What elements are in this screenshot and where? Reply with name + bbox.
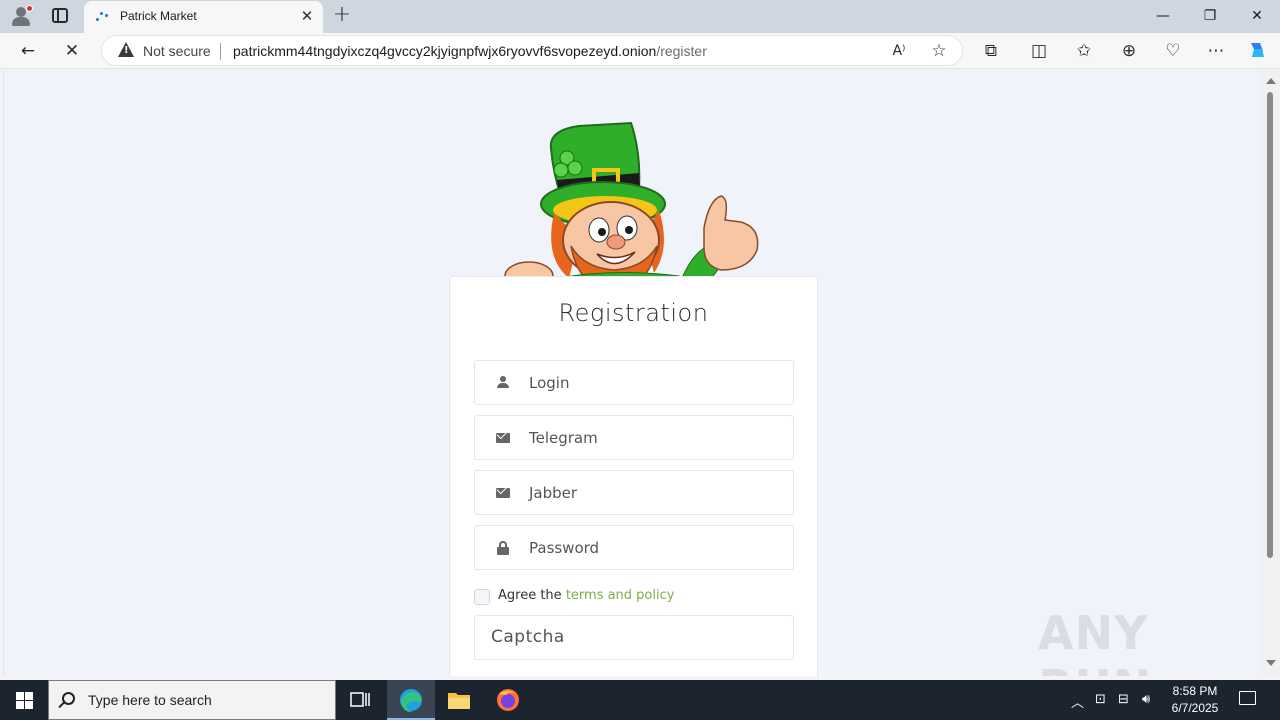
favorite-star-icon[interactable]: ☆ [927, 39, 951, 63]
taskbar: Type here to search ︿ ⊡ ⊟ 🔊︎ 8:58 PM 6/7… [0, 680, 1280, 720]
file-explorer-icon[interactable] [435, 680, 483, 720]
security-label[interactable]: Not secure [143, 43, 211, 59]
tab-title: Patrick Market [120, 9, 197, 23]
stop-loading-icon[interactable]: ✕ [60, 39, 84, 63]
restore-icon[interactable]: ❐ [1199, 5, 1221, 27]
captcha-placeholder: Captcha [491, 627, 565, 647]
page-title: Registration [558, 299, 709, 327]
scroll-thumb[interactable] [1267, 92, 1273, 558]
page-scrollbar[interactable] [1261, 70, 1280, 676]
search-icon [62, 692, 75, 705]
clock-date: 6/7/2025 [1171, 701, 1219, 715]
password-placeholder: Password [529, 539, 600, 557]
telegram-field[interactable]: Telegram [474, 415, 794, 460]
loading-favicon-icon [94, 10, 110, 24]
more-menu-icon[interactable]: ⋯ [1204, 39, 1228, 63]
captcha-field[interactable]: Captcha [474, 615, 794, 660]
tab-bar: Patrick Market ✕ + — ❐ ✕ [0, 0, 1280, 33]
copilot-icon[interactable] [1245, 39, 1269, 63]
jabber-field[interactable]: Jabber [474, 470, 794, 515]
address-bar[interactable]: Not secure patrickmm44tngdyixczq4gvccy2k… [101, 35, 963, 66]
jabber-placeholder: Jabber [529, 484, 578, 502]
profile-avatar-icon[interactable] [10, 5, 33, 27]
leprechaun-mascot-image [504, 121, 759, 293]
search-placeholder: Type here to search [88, 692, 212, 708]
telegram-placeholder: Telegram [529, 429, 598, 447]
back-icon[interactable]: ← [16, 39, 40, 63]
tray-overflow-icon[interactable]: ︿ [1071, 692, 1084, 711]
taskbar-search-box[interactable]: Type here to search [48, 680, 336, 720]
login-field[interactable]: Login [474, 360, 794, 405]
scroll-up-arrow-icon[interactable] [1266, 78, 1276, 84]
password-field[interactable]: Password [474, 525, 794, 570]
network-icon[interactable]: ⊟ [1118, 692, 1129, 707]
meet-now-icon[interactable]: ⊡ [1095, 692, 1106, 707]
windows-start-icon[interactable] [0, 680, 48, 720]
envelope-icon [496, 433, 510, 443]
notification-center-icon[interactable] [1239, 691, 1256, 705]
url-text[interactable]: patrickmm44tngdyixczq4gvccy2kjyignpfwjx6… [233, 43, 707, 59]
volume-icon[interactable]: 🔊︎ [1142, 692, 1150, 707]
agree-label: Agree the terms and policy [498, 588, 674, 603]
read-aloud-icon[interactable]: A⁾ [887, 39, 911, 63]
browser-toolbar: ← ✕ Not secure patrickmm44tngdyixczq4gvc… [0, 33, 1280, 69]
envelope-icon [496, 488, 510, 498]
anyrun-watermark: ANY RUN [1038, 606, 1151, 676]
url-host: patrickmm44tngdyixczq4gvccy2kjyignpfwjx6… [233, 43, 657, 59]
user-icon [496, 376, 510, 390]
edge-taskbar-icon[interactable] [387, 680, 435, 720]
terms-link[interactable]: terms and policy [566, 588, 675, 603]
task-view-icon[interactable] [336, 680, 384, 720]
browser-essentials-icon[interactable]: ♡ [1161, 39, 1185, 63]
favorites-icon[interactable]: ✩ [1072, 39, 1096, 63]
extensions-icon[interactable]: ⧉ [979, 39, 1003, 63]
tab-close-icon[interactable]: ✕ [298, 7, 316, 25]
url-path: /register [656, 43, 707, 59]
divider [220, 43, 221, 60]
registration-card: Registration Login Telegram Jabber Passw… [449, 276, 818, 676]
split-screen-icon[interactable]: ◫ [1027, 39, 1051, 63]
tab-actions-icon[interactable] [52, 8, 68, 23]
collections-icon[interactable]: ⊕ [1117, 39, 1141, 63]
agree-checkbox[interactable] [474, 589, 490, 605]
agree-prefix: Agree the [498, 588, 566, 603]
login-placeholder: Login [529, 374, 570, 392]
new-tab-icon[interactable]: + [331, 4, 353, 26]
warning-icon[interactable] [118, 42, 134, 57]
clock-time: 8:58 PM [1172, 684, 1218, 698]
lock-icon [496, 541, 510, 555]
browser-tab[interactable]: Patrick Market ✕ [84, 1, 323, 33]
page-viewport: Registration Login Telegram Jabber Passw… [3, 70, 1261, 676]
window-close-icon[interactable]: ✕ [1246, 5, 1268, 27]
firefox-icon[interactable] [484, 680, 532, 720]
minimize-icon[interactable]: — [1152, 5, 1174, 27]
scroll-down-arrow-icon[interactable] [1266, 660, 1276, 666]
system-clock[interactable]: 8:58 PM 6/7/2025 [1160, 683, 1230, 717]
